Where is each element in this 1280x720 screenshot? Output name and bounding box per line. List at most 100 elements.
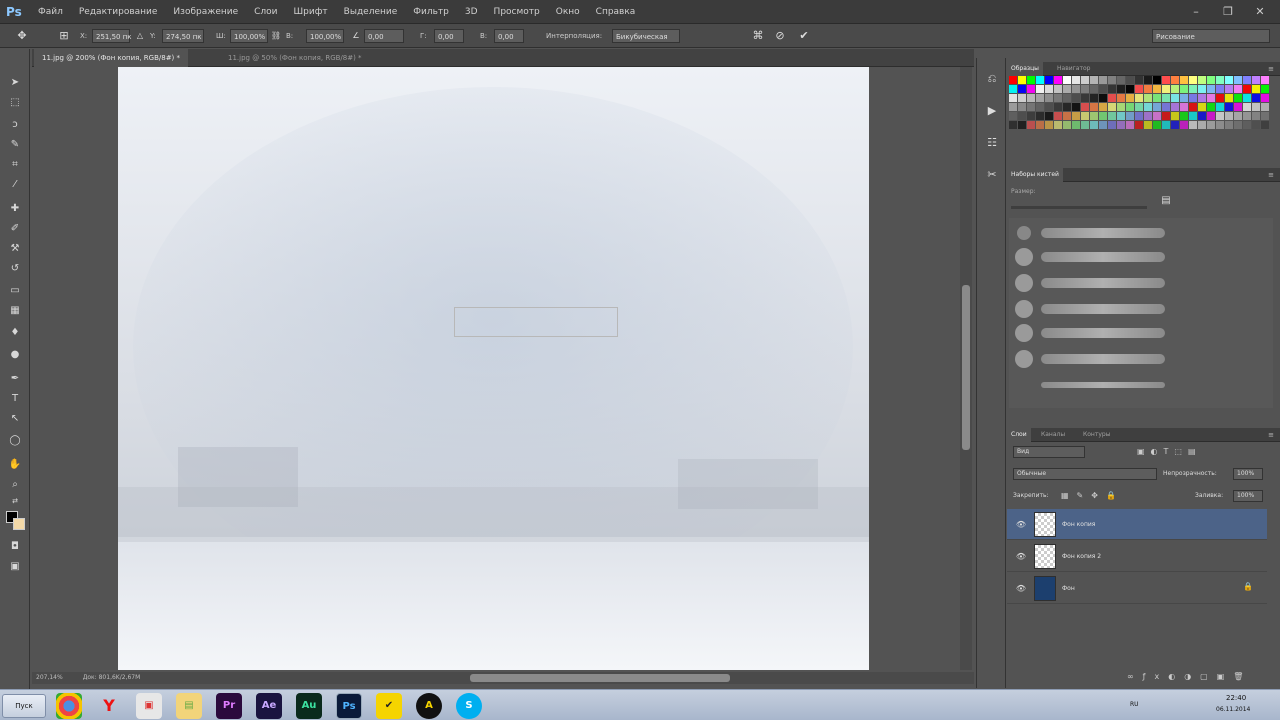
color-swatch[interactable] — [1117, 76, 1126, 85]
brush-tool-icon[interactable]: ✐ — [7, 221, 23, 237]
color-swatch[interactable] — [1162, 76, 1171, 85]
color-swatch[interactable] — [1054, 94, 1063, 103]
color-swatch[interactable] — [1117, 121, 1126, 130]
color-swatch[interactable] — [1189, 85, 1198, 94]
tab-swatches[interactable]: Образцы — [1007, 62, 1043, 76]
color-swatch[interactable] — [1252, 85, 1261, 94]
color-swatch[interactable] — [1234, 112, 1243, 121]
color-swatch[interactable] — [1126, 76, 1135, 85]
lasso-tool-icon[interactable]: ↄ — [7, 117, 23, 133]
app-icon[interactable]: ▣ — [136, 693, 162, 719]
color-swatch[interactable] — [1144, 121, 1153, 130]
chain-icon[interactable]: ⛓ — [268, 28, 284, 44]
layer-row[interactable]: 👁 Фон 🔒 — [1007, 573, 1267, 604]
after-effects-icon[interactable]: Ae — [256, 693, 282, 719]
color-swatch[interactable] — [1216, 112, 1225, 121]
color-swatch[interactable] — [1045, 94, 1054, 103]
color-swatch[interactable] — [1171, 94, 1180, 103]
color-swatch[interactable] — [1054, 112, 1063, 121]
color-swatch[interactable] — [1153, 76, 1162, 85]
width-field[interactable]: 100,00% — [230, 29, 268, 43]
color-swatch[interactable] — [1180, 85, 1189, 94]
color-swatch[interactable] — [1081, 112, 1090, 121]
panel-menu-icon[interactable]: ≡ — [1266, 170, 1276, 180]
color-swatch[interactable] — [1099, 94, 1108, 103]
color-swatch[interactable] — [1054, 103, 1063, 112]
color-swatch[interactable] — [1072, 112, 1081, 121]
quick-select-tool-icon[interactable]: ✎ — [7, 137, 23, 153]
color-swatch[interactable] — [1207, 103, 1216, 112]
menu-image[interactable]: Изображение — [165, 0, 246, 24]
color-swatch[interactable] — [1018, 94, 1027, 103]
color-swatch[interactable] — [1090, 76, 1099, 85]
opacity-field[interactable]: 100% — [1233, 468, 1263, 480]
color-swatch[interactable] — [1189, 121, 1198, 130]
color-swatch[interactable] — [1225, 76, 1234, 85]
color-swatch[interactable] — [1027, 85, 1036, 94]
color-swatch[interactable] — [1207, 112, 1216, 121]
color-swatch[interactable] — [1180, 76, 1189, 85]
color-swatch[interactable] — [1117, 103, 1126, 112]
color-swatch[interactable] — [1063, 76, 1072, 85]
tool-presets-icon[interactable]: ✂ — [983, 166, 1001, 184]
brush-size-slider[interactable] — [1011, 206, 1147, 209]
color-swatch[interactable] — [1054, 85, 1063, 94]
color-swatch[interactable] — [1153, 112, 1162, 121]
layer-filter-select[interactable]: Вид — [1013, 446, 1085, 458]
color-swatch[interactable] — [1063, 94, 1072, 103]
visibility-eye-icon[interactable]: 👁 — [1015, 551, 1027, 563]
color-swatch[interactable] — [1063, 121, 1072, 130]
color-swatch[interactable] — [1072, 85, 1081, 94]
restore-icon[interactable]: ❐ — [1220, 5, 1236, 19]
warp-icon[interactable]: ⌘ — [750, 28, 766, 44]
color-swatch[interactable] — [1198, 103, 1207, 112]
color-swatch[interactable] — [1018, 121, 1027, 130]
color-swatch[interactable] — [1045, 76, 1054, 85]
color-swatch[interactable] — [1090, 121, 1099, 130]
color-swatch[interactable] — [1189, 76, 1198, 85]
color-swatch[interactable] — [1207, 121, 1216, 130]
layer-name[interactable]: Фон — [1062, 583, 1075, 595]
color-swatch[interactable] — [1189, 94, 1198, 103]
color-swatch[interactable] — [1027, 112, 1036, 121]
brush-folder-icon[interactable]: ▤ — [1159, 194, 1173, 208]
color-swatch[interactable] — [1198, 94, 1207, 103]
color-swatch[interactable] — [1153, 103, 1162, 112]
color-swatch[interactable] — [1027, 76, 1036, 85]
panel-menu-icon[interactable]: ≡ — [1266, 430, 1276, 440]
blend-mode-select[interactable]: Обычные — [1013, 468, 1157, 480]
color-swatch[interactable] — [1090, 112, 1099, 121]
norton-icon[interactable]: ✔ — [376, 693, 402, 719]
color-swatch[interactable] — [1108, 94, 1117, 103]
color-swatch[interactable] — [1009, 76, 1018, 85]
color-swatch[interactable] — [1117, 112, 1126, 121]
color-swatch[interactable] — [1234, 85, 1243, 94]
layer-row[interactable]: 👁 Фон копия — [1007, 509, 1267, 540]
color-swatch[interactable] — [1243, 85, 1252, 94]
color-swatch[interactable] — [1171, 85, 1180, 94]
color-swatch[interactable] — [1198, 112, 1207, 121]
color-swatch[interactable] — [1144, 112, 1153, 121]
color-swatch[interactable] — [1135, 121, 1144, 130]
height-field[interactable]: 100,00% — [306, 29, 344, 43]
color-swatch[interactable] — [1027, 121, 1036, 130]
color-swatch[interactable] — [1009, 94, 1018, 103]
color-swatch[interactable] — [1189, 103, 1198, 112]
menu-filter[interactable]: Фильтр — [405, 0, 457, 24]
document-canvas[interactable] — [118, 67, 869, 670]
brush-preset[interactable] — [1015, 246, 1175, 270]
color-swatch[interactable] — [1162, 121, 1171, 130]
menu-view[interactable]: Просмотр — [486, 0, 548, 24]
brush-preset[interactable] — [1015, 298, 1175, 322]
color-swatch[interactable] — [1243, 94, 1252, 103]
color-swatch[interactable] — [1108, 76, 1117, 85]
eyedropper-tool-icon[interactable]: ⁄ — [7, 177, 23, 193]
color-swatch[interactable] — [1018, 112, 1027, 121]
color-swatch[interactable] — [1171, 76, 1180, 85]
color-swatch[interactable] — [1216, 103, 1225, 112]
color-swatch[interactable] — [1027, 94, 1036, 103]
marquee-tool-icon[interactable]: ⬚ — [7, 95, 23, 111]
color-swatch[interactable] — [1225, 85, 1234, 94]
dodge-tool-icon[interactable]: ● — [7, 347, 23, 363]
color-swatch[interactable] — [1261, 76, 1270, 85]
